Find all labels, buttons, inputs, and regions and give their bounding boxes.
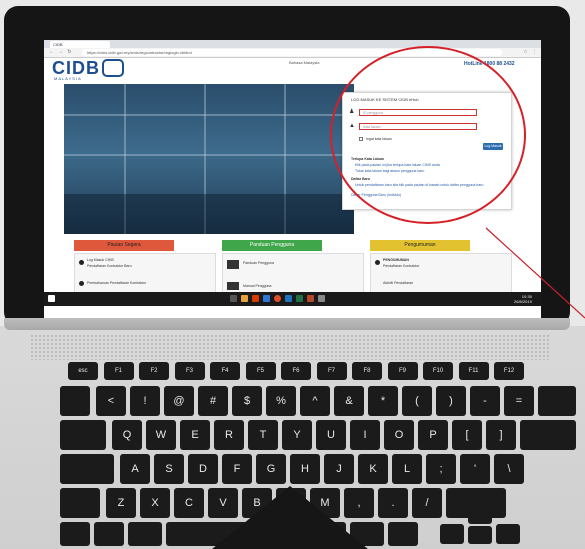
key[interactable]: F9 bbox=[387, 362, 418, 380]
key[interactable]: . bbox=[378, 488, 408, 518]
cast-shadow bbox=[212, 486, 368, 549]
key[interactable] bbox=[496, 524, 520, 544]
key[interactable]: U bbox=[316, 420, 346, 450]
key[interactable]: < bbox=[96, 386, 126, 416]
key[interactable] bbox=[468, 510, 492, 524]
key[interactable]: ! bbox=[130, 386, 160, 416]
key[interactable]: C bbox=[174, 488, 204, 518]
key[interactable]: F bbox=[222, 454, 252, 484]
key[interactable]: E bbox=[180, 420, 210, 450]
laptop-hinge bbox=[4, 318, 570, 330]
key[interactable]: F5 bbox=[245, 362, 276, 380]
key[interactable] bbox=[60, 522, 90, 546]
key[interactable]: esc bbox=[68, 362, 98, 380]
key[interactable] bbox=[520, 420, 576, 450]
key[interactable]: ] bbox=[486, 420, 516, 450]
key[interactable] bbox=[468, 526, 492, 544]
key[interactable]: T bbox=[248, 420, 278, 450]
key[interactable]: & bbox=[334, 386, 364, 416]
key[interactable]: $ bbox=[232, 386, 262, 416]
key[interactable]: - bbox=[470, 386, 500, 416]
key[interactable] bbox=[440, 524, 464, 544]
key[interactable]: [ bbox=[452, 420, 482, 450]
key[interactable]: F10 bbox=[423, 362, 453, 380]
key[interactable]: F8 bbox=[352, 362, 382, 380]
key[interactable]: D bbox=[188, 454, 218, 484]
key[interactable]: P bbox=[418, 420, 448, 450]
key[interactable]: W bbox=[146, 420, 176, 450]
key[interactable]: ' bbox=[460, 454, 490, 484]
key[interactable]: J bbox=[324, 454, 354, 484]
key[interactable]: Y bbox=[282, 420, 312, 450]
key[interactable]: ) bbox=[436, 386, 466, 416]
key[interactable]: ^ bbox=[300, 386, 330, 416]
key[interactable]: F7 bbox=[316, 362, 347, 380]
key[interactable]: A bbox=[120, 454, 150, 484]
speaker-grille bbox=[30, 334, 550, 360]
key[interactable]: ( bbox=[402, 386, 432, 416]
key[interactable] bbox=[128, 522, 162, 546]
key[interactable]: F11 bbox=[458, 362, 489, 380]
key[interactable] bbox=[60, 420, 106, 450]
key[interactable] bbox=[538, 386, 576, 416]
key[interactable]: K bbox=[358, 454, 388, 484]
key[interactable]: F12 bbox=[494, 362, 524, 380]
key[interactable]: H bbox=[290, 454, 320, 484]
key[interactable]: I bbox=[350, 420, 380, 450]
key[interactable]: G bbox=[256, 454, 286, 484]
key[interactable]: % bbox=[266, 386, 296, 416]
key[interactable]: F1 bbox=[103, 362, 134, 380]
key[interactable]: = bbox=[504, 386, 534, 416]
key[interactable] bbox=[94, 522, 124, 546]
key[interactable]: ; bbox=[426, 454, 456, 484]
key[interactable] bbox=[60, 488, 100, 518]
key[interactable]: \ bbox=[494, 454, 524, 484]
key[interactable]: # bbox=[198, 386, 228, 416]
key[interactable]: Q bbox=[112, 420, 142, 450]
key[interactable] bbox=[388, 522, 418, 546]
key[interactable]: / bbox=[412, 488, 442, 518]
key[interactable]: Z bbox=[106, 488, 136, 518]
key[interactable]: F2 bbox=[139, 362, 169, 380]
key[interactable] bbox=[60, 386, 90, 416]
key[interactable]: @ bbox=[164, 386, 194, 416]
key[interactable]: R bbox=[214, 420, 244, 450]
key[interactable]: L bbox=[392, 454, 422, 484]
key[interactable] bbox=[60, 454, 114, 484]
key[interactable]: O bbox=[384, 420, 414, 450]
key[interactable]: F3 bbox=[174, 362, 205, 380]
key[interactable]: S bbox=[154, 454, 184, 484]
key[interactable]: X bbox=[140, 488, 170, 518]
key[interactable]: F4 bbox=[210, 362, 240, 380]
key[interactable]: F6 bbox=[281, 362, 311, 380]
key[interactable]: * bbox=[368, 386, 398, 416]
